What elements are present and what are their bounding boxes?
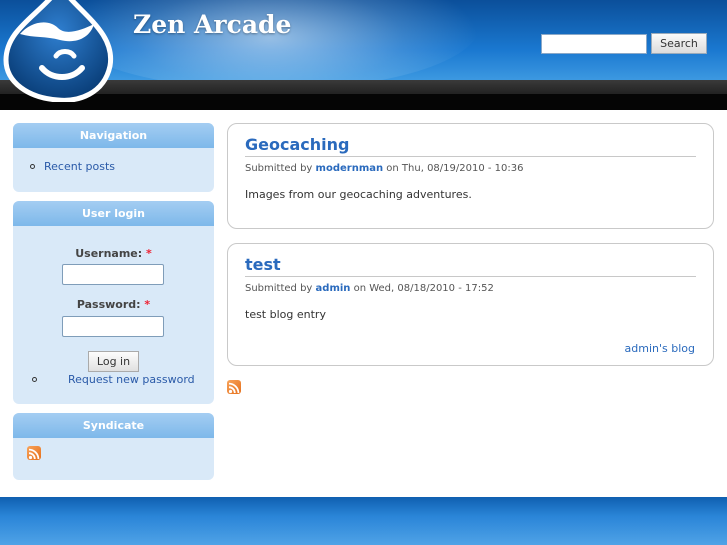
password-field[interactable] [62,316,164,337]
nav-item-recent-posts[interactable]: Recent posts [30,160,116,173]
search-button[interactable]: Search [651,33,707,54]
user-login-block: User login Username: * Password: * Log i… [13,201,214,404]
drupal-logo-icon[interactable] [0,0,122,102]
node-title-link[interactable]: Geocaching [245,135,349,154]
syndicate-block: Syndicate [13,413,214,480]
node-article: test Submitted by admin on Wed, 08/18/20… [227,243,714,366]
syndicate-block-title: Syndicate [13,413,214,438]
request-password-link[interactable]: Request new password [32,373,195,386]
title-divider [245,156,696,157]
node-article: Geocaching Submitted by modernman on Thu… [227,123,714,229]
author-link[interactable]: modernman [316,163,384,174]
node-body: Images from our geocaching adventures. [245,188,472,201]
node-submitted: Submitted by modernman on Thu, 08/19/201… [245,163,524,174]
node-title-link[interactable]: test [245,255,281,274]
password-label: Password: * [76,298,151,311]
node-body: test blog entry [245,308,326,321]
node-submitted: Submitted by admin on Wed, 08/18/2010 - … [245,283,494,294]
blog-link[interactable]: admin's blog [625,342,695,355]
user-login-block-title: User login [13,201,214,226]
required-marker: * [146,247,152,260]
site-footer [0,497,727,545]
navigation-block-title: Navigation [13,123,214,148]
navigation-block: Navigation Recent posts [13,123,214,192]
bullet-icon [30,164,35,169]
search-input[interactable] [541,34,647,54]
author-link[interactable]: admin [316,283,351,294]
required-marker: * [144,298,151,311]
username-label: Username: * [75,247,152,260]
site-header: Zen Arcade Search [0,0,727,110]
bullet-icon [32,377,37,382]
username-field[interactable] [62,264,164,285]
nav-item-label: Recent posts [44,160,116,173]
rss-feed-icon[interactable] [27,446,41,460]
request-password-label: Request new password [68,373,195,386]
rss-feed-icon[interactable] [227,380,241,394]
title-divider [245,276,696,277]
login-button[interactable]: Log in [88,351,139,372]
site-name[interactable]: Zen Arcade [133,10,291,39]
